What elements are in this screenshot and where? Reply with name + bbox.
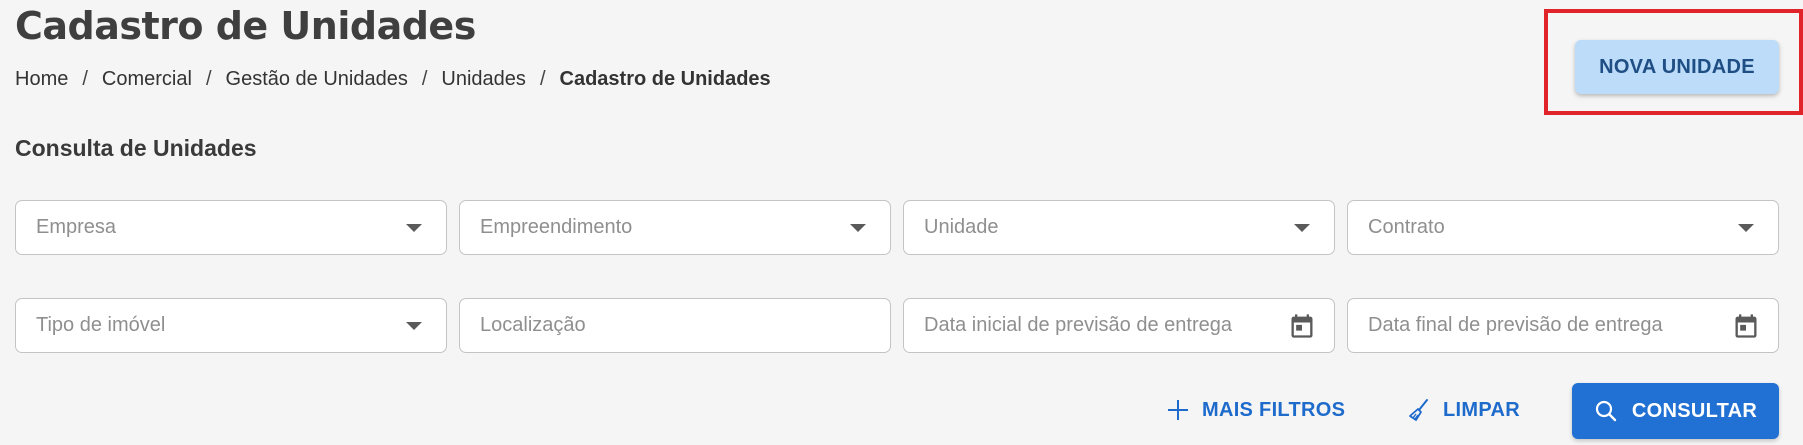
caret-down-icon bbox=[850, 223, 866, 232]
empreendimento-placeholder: Empreendimento bbox=[480, 216, 633, 238]
plus-icon bbox=[1168, 400, 1188, 420]
caret-down-icon bbox=[1294, 223, 1310, 232]
unidade-placeholder: Unidade bbox=[924, 216, 999, 238]
data-inicial-input[interactable]: Data inicial de previsão de entrega bbox=[903, 298, 1335, 353]
breadcrumb-comercial[interactable]: Comercial bbox=[102, 68, 192, 91]
data-final-placeholder: Data final de previsão de entrega bbox=[1368, 314, 1663, 336]
breadcrumb-separator: / bbox=[205, 68, 212, 90]
new-unit-button[interactable]: NOVA UNIDADE bbox=[1575, 40, 1779, 94]
caret-down-icon bbox=[406, 223, 422, 232]
tipo-imovel-placeholder: Tipo de imóvel bbox=[36, 314, 166, 336]
localizacao-input[interactable]: Localização bbox=[459, 298, 891, 353]
breadcrumb-current: Cadastro de Unidades bbox=[559, 68, 771, 90]
unidade-select[interactable]: Unidade bbox=[903, 200, 1335, 255]
data-inicial-placeholder: Data inicial de previsão de entrega bbox=[924, 314, 1232, 336]
more-filters-button[interactable]: MAIS FILTROS bbox=[1166, 390, 1345, 430]
more-filters-label: MAIS FILTROS bbox=[1202, 398, 1346, 421]
broom-icon bbox=[1409, 399, 1428, 421]
search-icon bbox=[1595, 400, 1617, 422]
breadcrumb-separator: / bbox=[82, 68, 88, 90]
data-final-input[interactable]: Data final de previsão de entrega bbox=[1347, 298, 1779, 353]
breadcrumb-gestao-unidades[interactable]: Gestão de Unidades bbox=[226, 68, 408, 91]
caret-down-icon bbox=[406, 321, 422, 330]
calendar-icon[interactable] bbox=[1288, 311, 1316, 341]
breadcrumb-unidades[interactable]: Unidades bbox=[441, 68, 526, 91]
contrato-select[interactable]: Contrato bbox=[1347, 200, 1779, 255]
search-label: CONSULTAR bbox=[1631, 399, 1758, 422]
breadcrumb-separator: / bbox=[539, 68, 546, 90]
clear-button[interactable]: LIMPAR bbox=[1407, 390, 1520, 430]
empresa-select[interactable]: Empresa bbox=[15, 200, 447, 255]
page-title: Cadastro de Unidades bbox=[15, 4, 476, 48]
section-title: Consulta de Unidades bbox=[15, 135, 257, 161]
localizacao-placeholder: Localização bbox=[480, 314, 586, 336]
contrato-placeholder: Contrato bbox=[1368, 216, 1445, 238]
breadcrumb-home[interactable]: Home bbox=[15, 68, 68, 91]
tipo-imovel-select[interactable]: Tipo de imóvel bbox=[15, 298, 447, 353]
empresa-placeholder: Empresa bbox=[36, 216, 117, 238]
breadcrumb: Home / Comercial / Gestão de Unidades / … bbox=[15, 68, 771, 91]
search-button[interactable]: CONSULTAR bbox=[1572, 383, 1779, 439]
caret-down-icon bbox=[1738, 223, 1754, 232]
clear-label: LIMPAR bbox=[1443, 398, 1520, 421]
calendar-icon[interactable] bbox=[1732, 311, 1760, 341]
empreendimento-select[interactable]: Empreendimento bbox=[459, 200, 891, 255]
breadcrumb-separator: / bbox=[421, 68, 428, 90]
